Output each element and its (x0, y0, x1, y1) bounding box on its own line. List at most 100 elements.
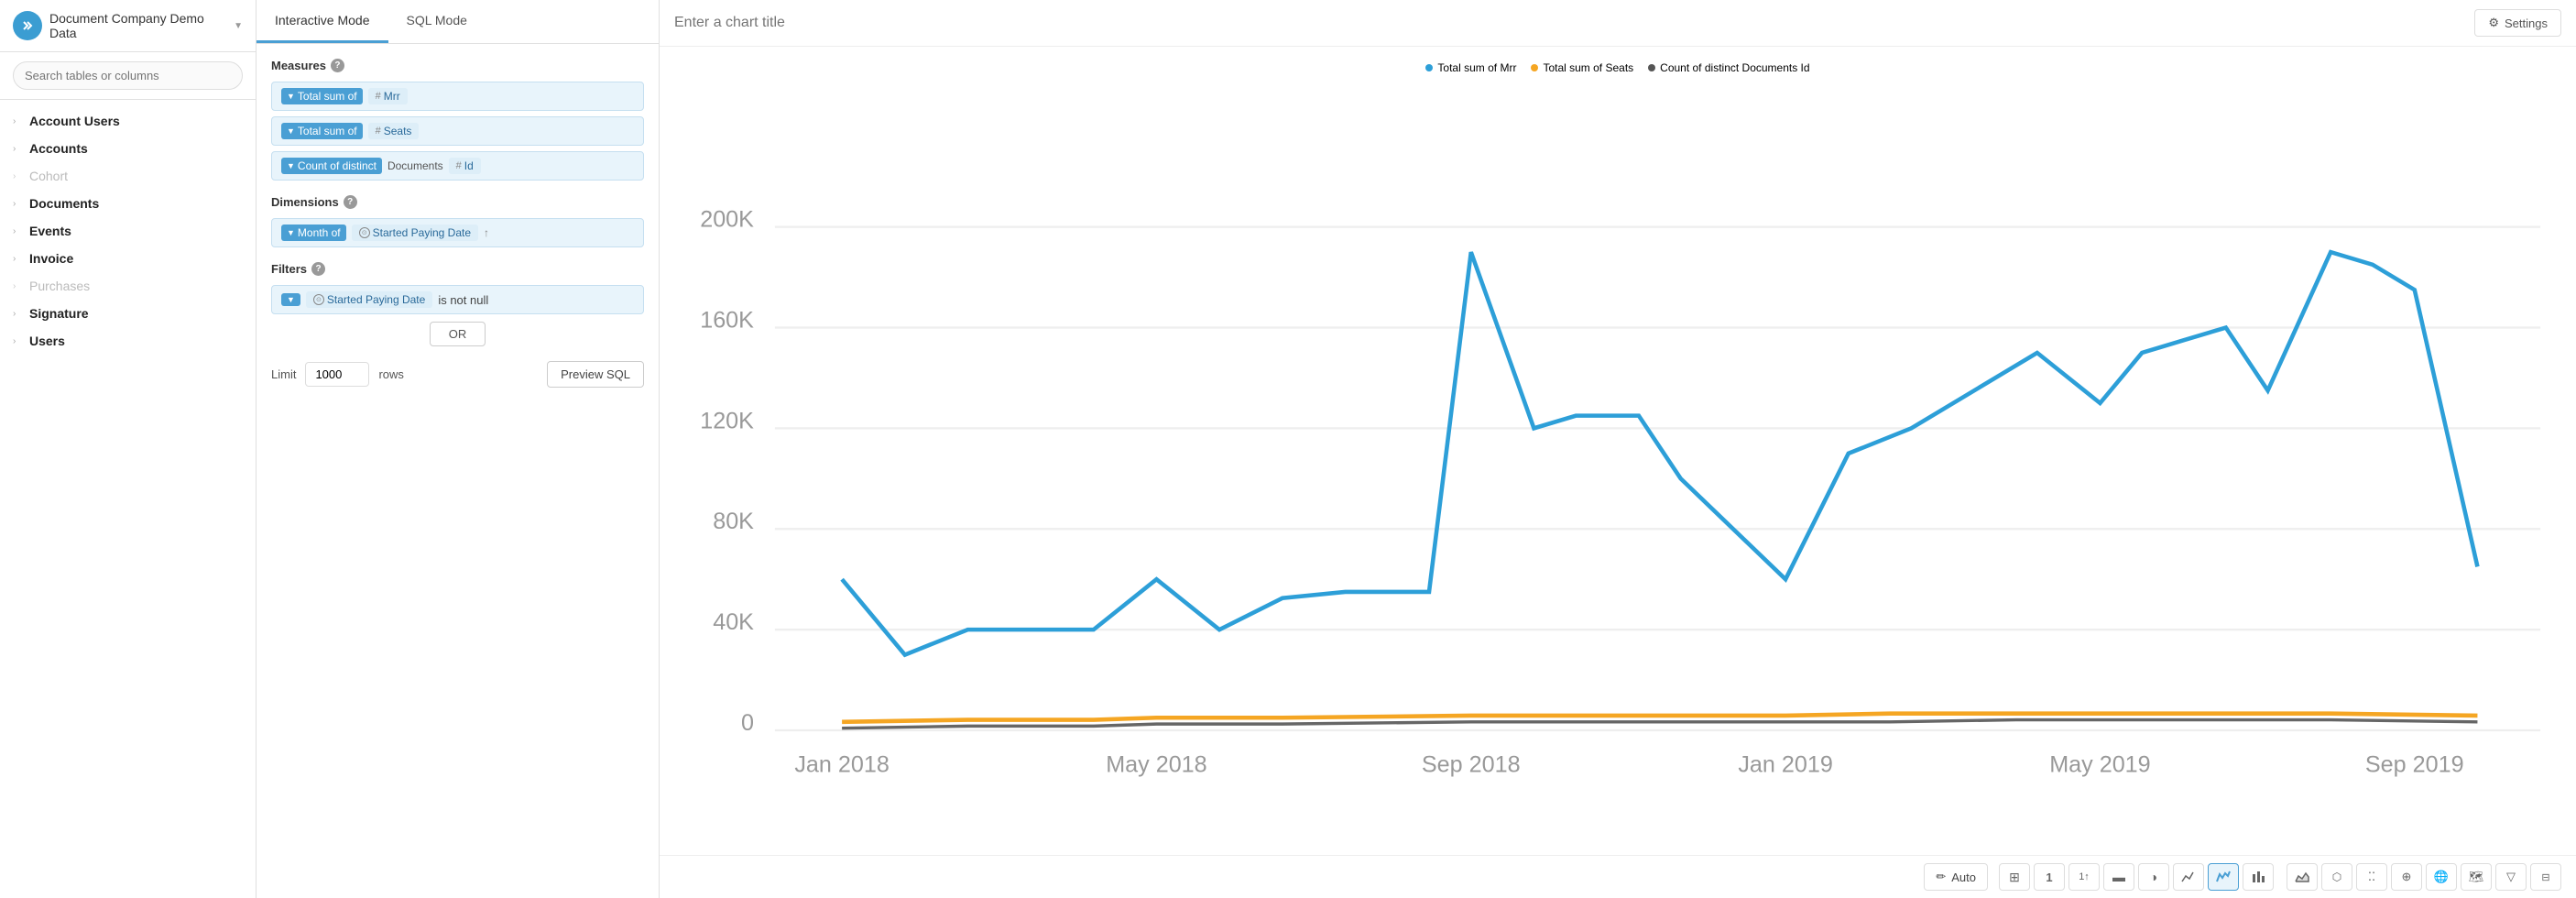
sidebar-item-label: Events (29, 224, 71, 238)
chart-title-input[interactable] (674, 15, 2465, 31)
measure-agg-tag[interactable]: ▼ Total sum of (281, 88, 363, 104)
sidebar-item-invoice[interactable]: › Invoice (0, 245, 256, 272)
svg-text:Jan 2019: Jan 2019 (1738, 752, 1833, 778)
search-input[interactable] (13, 61, 243, 90)
dropdown-arrow-icon: ▼ (287, 228, 295, 237)
svg-text:May 2018: May 2018 (1106, 752, 1206, 778)
or-btn-row: OR (271, 322, 644, 346)
filter-icon: ▽ (2506, 870, 2516, 884)
svg-text:120K: 120K (700, 408, 754, 433)
sidebar-item-label: Purchases (29, 279, 90, 293)
table-icon: ⊞ (2009, 870, 2020, 885)
legend-item-mrr: Total sum of Mrr (1425, 61, 1516, 74)
clock-icon: ⊙ (313, 294, 324, 305)
pie-button[interactable]: ◑ (2138, 863, 2169, 891)
area-button[interactable] (2287, 863, 2318, 891)
auto-button[interactable]: ✏ Auto (1924, 863, 1988, 891)
measure-table-name: Documents (387, 159, 443, 172)
chevron-icon: › (13, 281, 24, 291)
pie-icon: ◑ (2150, 870, 2157, 884)
settings-button[interactable]: ⚙ Settings (2474, 9, 2561, 37)
legend-item-docs: Count of distinct Documents Id (1648, 61, 1809, 74)
dimension-row-date: ▼ Month of ⊙ Started Paying Date ↑ (271, 218, 644, 247)
pivot2-button[interactable]: ⊟ (2530, 863, 2561, 891)
bar-icon (2250, 869, 2266, 885)
tab-sql[interactable]: SQL Mode (388, 0, 486, 43)
tab-interactive[interactable]: Interactive Mode (257, 0, 388, 43)
filter-condition: is not null (438, 293, 488, 307)
hash-icon: # (456, 160, 462, 171)
sidebar-item-purchases[interactable]: › Purchases (0, 272, 256, 300)
app-logo (13, 11, 42, 40)
legend-label-docs: Count of distinct Documents Id (1660, 61, 1809, 74)
hash-icon: # (376, 91, 381, 102)
sidebar-item-documents[interactable]: › Documents (0, 190, 256, 217)
svg-text:0: 0 (741, 710, 754, 736)
sidebar-item-users[interactable]: › Users (0, 327, 256, 355)
sort-icon[interactable]: ↑ (484, 226, 489, 239)
sidebar-chevron-icon[interactable]: ▼ (234, 21, 243, 31)
svg-text:40K: 40K (713, 609, 754, 635)
sidebar: Document Company Demo Data ▼ › Account U… (0, 0, 257, 898)
svg-text:Jan 2018: Jan 2018 (794, 752, 890, 778)
filter-dropdown[interactable]: ▼ (281, 293, 300, 306)
chart-legend: Total sum of Mrr Total sum of Seats Coun… (674, 61, 2561, 74)
measures-help-icon[interactable]: ? (331, 59, 344, 72)
hash-icon: # (376, 126, 381, 137)
dimension-field-tag[interactable]: ⊙ Started Paying Date (352, 224, 478, 241)
funnel-button[interactable]: ⬡ (2321, 863, 2352, 891)
scatter-button[interactable]: ⁚⁚ (2356, 863, 2387, 891)
pin-map-icon: 🗺 (2469, 870, 2484, 884)
dimensions-help-icon[interactable]: ? (344, 195, 357, 209)
svg-text:May 2019: May 2019 (2049, 752, 2150, 778)
pin-map-button[interactable]: 🗺 (2461, 863, 2492, 891)
area-icon (2294, 869, 2310, 885)
table-view-button[interactable]: ⊞ (1999, 863, 2030, 891)
limit-label: Limit (271, 367, 296, 381)
dropdown-arrow-icon: ▼ (287, 92, 295, 101)
legend-dot-mrr (1425, 64, 1433, 71)
chevron-icon: › (13, 199, 24, 209)
svg-text:80K: 80K (713, 509, 754, 534)
bubble-button[interactable]: ⊕ (2391, 863, 2422, 891)
sidebar-item-events[interactable]: › Events (0, 217, 256, 245)
chevron-icon: › (13, 144, 24, 154)
measure-field-tag[interactable]: # Id (449, 158, 481, 174)
sidebar-item-cohort[interactable]: › Cohort (0, 162, 256, 190)
svg-text:200K: 200K (700, 207, 754, 233)
sidebar-item-accounts[interactable]: › Accounts (0, 135, 256, 162)
map-icon: 🌐 (2434, 870, 2449, 884)
measure-agg-tag[interactable]: ▼ Count of distinct (281, 158, 382, 174)
sidebar-title: Document Company Demo Data (49, 11, 226, 40)
line-active-icon (2215, 869, 2232, 885)
progress-icon: ▬ (2112, 870, 2125, 884)
chart-area: ⚙ Settings Total sum of Mrr Total sum of… (660, 0, 2576, 898)
sidebar-item-account-users[interactable]: › Account Users (0, 107, 256, 135)
sidebar-item-label: Users (29, 334, 65, 348)
legend-item-seats: Total sum of Seats (1531, 61, 1633, 74)
bar-button[interactable] (2243, 863, 2274, 891)
progress-button[interactable]: ▬ (2103, 863, 2134, 891)
limit-input[interactable] (305, 362, 369, 387)
line-plain-button[interactable] (2173, 863, 2204, 891)
measure-agg-tag[interactable]: ▼ Total sum of (281, 123, 363, 139)
preview-sql-button[interactable]: Preview SQL (547, 361, 644, 388)
chevron-icon: › (13, 336, 24, 346)
filter-field-tag[interactable]: ⊙ Started Paying Date (306, 291, 432, 308)
svg-text:160K: 160K (700, 308, 754, 334)
measure-field-tag[interactable]: # Mrr (368, 88, 408, 104)
legend-dot-seats (1531, 64, 1538, 71)
map-button[interactable]: 🌐 (2426, 863, 2457, 891)
or-button[interactable]: OR (430, 322, 486, 346)
trend-number-button[interactable]: 1↑ (2068, 863, 2100, 891)
line-active-button[interactable] (2208, 863, 2239, 891)
sidebar-item-signature[interactable]: › Signature (0, 300, 256, 327)
number-view-button[interactable]: 1 (2034, 863, 2065, 891)
dimension-agg-tag[interactable]: ▼ Month of (281, 224, 346, 241)
filter2-button[interactable]: ▽ (2495, 863, 2527, 891)
chevron-icon: › (13, 116, 24, 126)
measure-row-documents: ▼ Count of distinct Documents # Id (271, 151, 644, 181)
sidebar-item-label: Invoice (29, 251, 73, 266)
filters-help-icon[interactable]: ? (311, 262, 325, 276)
measure-field-tag[interactable]: # Seats (368, 123, 420, 139)
